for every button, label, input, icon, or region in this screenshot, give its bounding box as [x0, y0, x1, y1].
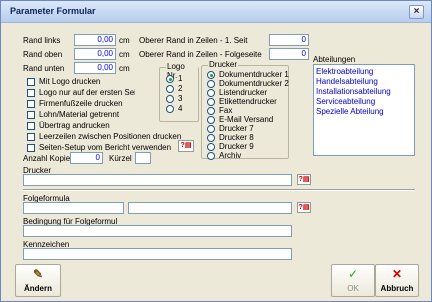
short-input[interactable]	[135, 152, 151, 164]
radio-button[interactable]	[207, 71, 215, 79]
margin-top-input[interactable]: 0,00	[74, 48, 116, 60]
title-bar: Parameter Formular ×	[1, 1, 431, 23]
radio-label: Dokumentdrucker 1	[219, 70, 289, 79]
list-item[interactable]: Serviceabteilung	[316, 97, 375, 106]
checkbox-box[interactable]	[27, 133, 35, 141]
margin-bottom-input[interactable]: 0,00	[74, 62, 116, 74]
close-button[interactable]: ×	[409, 5, 424, 19]
checkbox-logo-first-page[interactable]: Logo nur auf der ersten Seite	[27, 88, 135, 98]
identifier-input[interactable]	[23, 248, 292, 260]
follow-form-lookup-button[interactable]: ?▤	[297, 202, 311, 213]
checkbox-label: Lohn/Material getrennt	[39, 110, 120, 119]
checkbox-label: Übertrag andrucken	[39, 121, 110, 130]
radio-button[interactable]	[166, 75, 174, 83]
radio-label: Archiv	[219, 151, 242, 160]
list-item[interactable]: Installationsabteilung	[316, 87, 391, 96]
list-item[interactable]: Elektroabteilung	[316, 67, 373, 76]
checkbox-label: Logo nur auf der ersten Seite	[39, 88, 135, 97]
checkbox-label: Mit Logo drucken	[39, 77, 101, 86]
radio-button[interactable]	[207, 98, 215, 106]
copies-label: Anzahl Kopien	[23, 154, 75, 163]
radio-label: 4	[178, 104, 183, 113]
checkbox-box[interactable]	[27, 122, 35, 130]
margin-bottom-unit: cm	[119, 64, 130, 73]
checkbox-carry-over[interactable]: Übertrag andrucken	[27, 121, 157, 131]
checkbox-labor-material[interactable]: Lohn/Material getrennt	[27, 110, 157, 120]
ok-button-label: OK	[347, 284, 359, 293]
check-icon: ✓	[347, 267, 359, 281]
radio-label: Listendrucker	[219, 88, 268, 97]
checkbox-logo-print[interactable]: Mit Logo drucken	[27, 77, 157, 87]
checkbox-label: Firmenfußzeile drucken	[39, 99, 123, 108]
departments-list[interactable]: Elektroabteilung Handelsabteilung Instal…	[313, 64, 415, 156]
window-title: Parameter Formular	[10, 6, 96, 16]
radio-button[interactable]	[166, 85, 174, 93]
x-icon: ✕	[391, 267, 403, 281]
margin-bottom-label: Rand unten	[23, 64, 65, 73]
follow-form-input[interactable]	[23, 202, 124, 214]
radio-label: Etikettendrucker	[219, 97, 277, 106]
radio-button[interactable]	[166, 95, 174, 103]
radio-label: 1	[178, 74, 183, 83]
printer-field-lookup-button[interactable]: ?▤	[297, 174, 311, 185]
radio-button[interactable]	[207, 107, 215, 115]
printer-field-input[interactable]	[23, 174, 292, 186]
margin-left-label: Rand links	[23, 36, 61, 45]
radio-label: Drucker 8	[219, 133, 254, 142]
printer-group: Drucker Dokumentdrucker 1 Dokumentdrucke…	[201, 60, 289, 161]
checkbox-empty-lines[interactable]: Leerzeilen zwischen Positionen drucken	[27, 132, 197, 142]
radio-button[interactable]	[207, 134, 215, 142]
logo-number-group: Logo Nr. 1 2 3 4	[159, 62, 199, 122]
follow-condition-input[interactable]	[23, 225, 292, 237]
radio-label: Drucker 7	[219, 124, 254, 133]
radio-label: Drucker 9	[219, 142, 254, 151]
printer-radio-archiv[interactable]: Archiv	[207, 151, 287, 161]
radio-label: 2	[178, 84, 183, 93]
change-button[interactable]: ✎ Ändern	[15, 264, 61, 297]
ok-button[interactable]: ✓ OK	[331, 264, 375, 297]
cancel-button-label: Abbruch	[380, 284, 414, 293]
radio-button[interactable]	[207, 125, 215, 133]
margin-left-unit: cm	[119, 36, 130, 45]
checkbox-label: Leerzeilen zwischen Positionen drucken	[39, 132, 182, 141]
checkbox-box[interactable]	[27, 78, 35, 86]
radio-label: E-Mail Versand	[219, 115, 274, 124]
radio-button[interactable]	[166, 105, 174, 113]
checkbox-box[interactable]	[27, 144, 35, 152]
edit-icon: ✎	[32, 267, 44, 281]
margin-top-label: Rand oben	[23, 50, 63, 59]
checkbox-box[interactable]	[27, 89, 35, 97]
radio-button[interactable]	[207, 152, 215, 160]
next-page-rows-label: Oberer Rand in Zeilen - Folgeseite	[139, 50, 262, 59]
radio-label: 3	[178, 94, 183, 103]
parameter-formular-window: Parameter Formular × Rand links 0,00 cm …	[0, 0, 432, 302]
first-page-rows-input[interactable]: 0	[269, 34, 309, 46]
radio-button[interactable]	[207, 89, 215, 97]
list-item[interactable]: Spezielle Abteilung	[316, 107, 384, 116]
radio-button[interactable]	[207, 80, 215, 88]
change-button-label: Ändern	[24, 284, 52, 293]
follow-form-name-input[interactable]	[128, 202, 292, 214]
list-item[interactable]: Handelsabteilung	[316, 77, 378, 86]
next-page-rows-input[interactable]: 0	[269, 48, 309, 60]
checkbox-footer[interactable]: Firmenfußzeile drucken	[27, 99, 157, 109]
checkbox-box[interactable]	[27, 111, 35, 119]
radio-button[interactable]	[207, 116, 215, 124]
radio-button[interactable]	[207, 143, 215, 151]
printer-group-title: Drucker	[208, 60, 239, 69]
divider	[23, 189, 415, 191]
short-label: Kürzel	[109, 154, 132, 163]
page-setup-help-button[interactable]: ?▤	[178, 140, 194, 152]
margin-top-unit: cm	[119, 50, 130, 59]
copies-input[interactable]: 0	[70, 152, 103, 164]
radio-label: Dokumentdrucker 2	[219, 79, 289, 88]
margin-left-input[interactable]: 0,00	[74, 34, 116, 46]
radio-label: Fax	[219, 106, 233, 115]
cancel-button[interactable]: ✕ Abbruch	[375, 264, 419, 297]
checkbox-label: Seiten-Setup vom Bericht verwenden	[39, 143, 172, 152]
checkbox-box[interactable]	[27, 100, 35, 108]
departments-label: Abteilungen	[313, 55, 356, 64]
first-page-rows-label: Oberer Rand in Zeilen - 1. Seit	[139, 36, 248, 45]
